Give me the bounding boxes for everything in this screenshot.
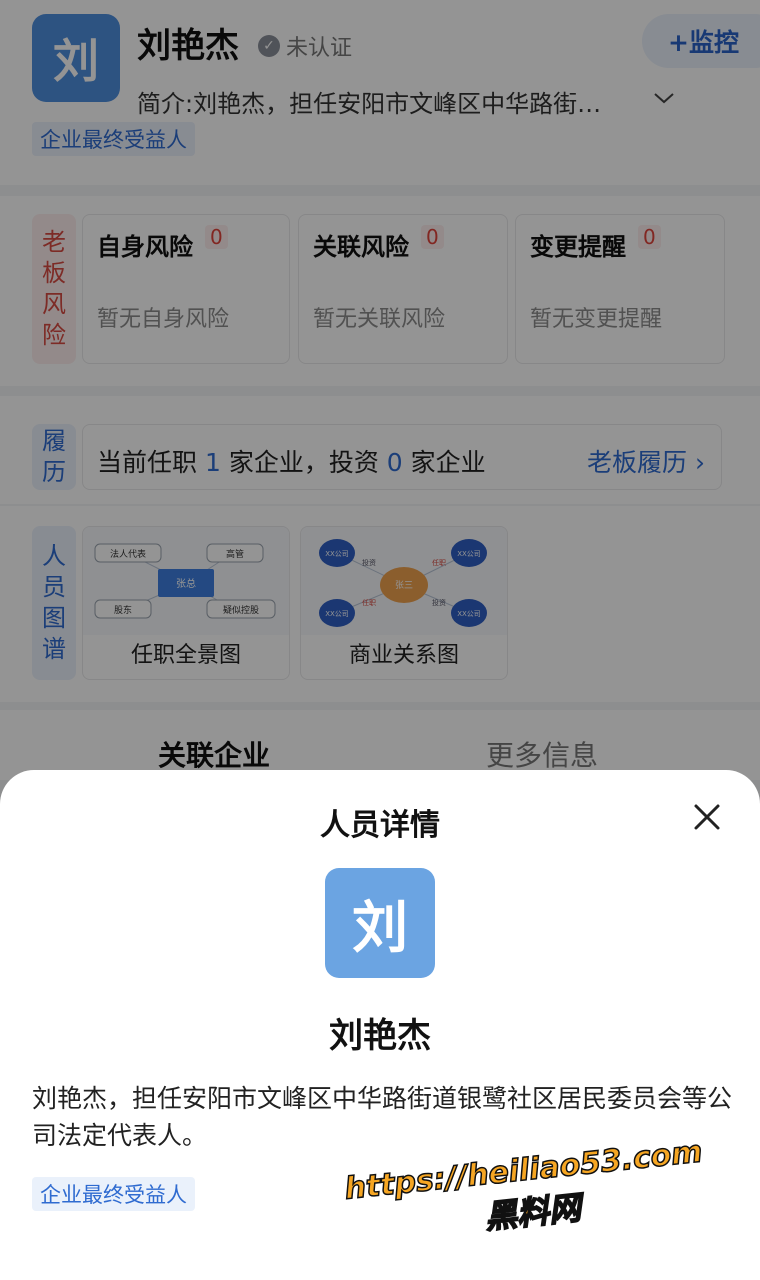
page-root: 刘 刘艳杰 ✓ 未认证 +监控 简介:刘艳杰，担任安阳市文峰区中华路街… 企业最…	[0, 0, 760, 1280]
person-description: 刘艳杰，担任安阳市文峰区中华路街道银鹭社区居民委员会等公司法定代表人。	[32, 1084, 733, 1150]
beneficiary-tag: 企业最终受益人	[32, 1177, 195, 1211]
close-icon[interactable]	[690, 800, 724, 834]
sheet-title: 人员详情	[320, 808, 440, 843]
avatar: 刘	[325, 868, 435, 978]
person-name: 刘艳杰	[329, 1016, 431, 1056]
person-detail-sheet: 人员详情 刘 刘艳杰 刘艳杰，担任安阳市文峰区中华路街道银鹭社区居民委员会等公司…	[0, 770, 760, 1280]
